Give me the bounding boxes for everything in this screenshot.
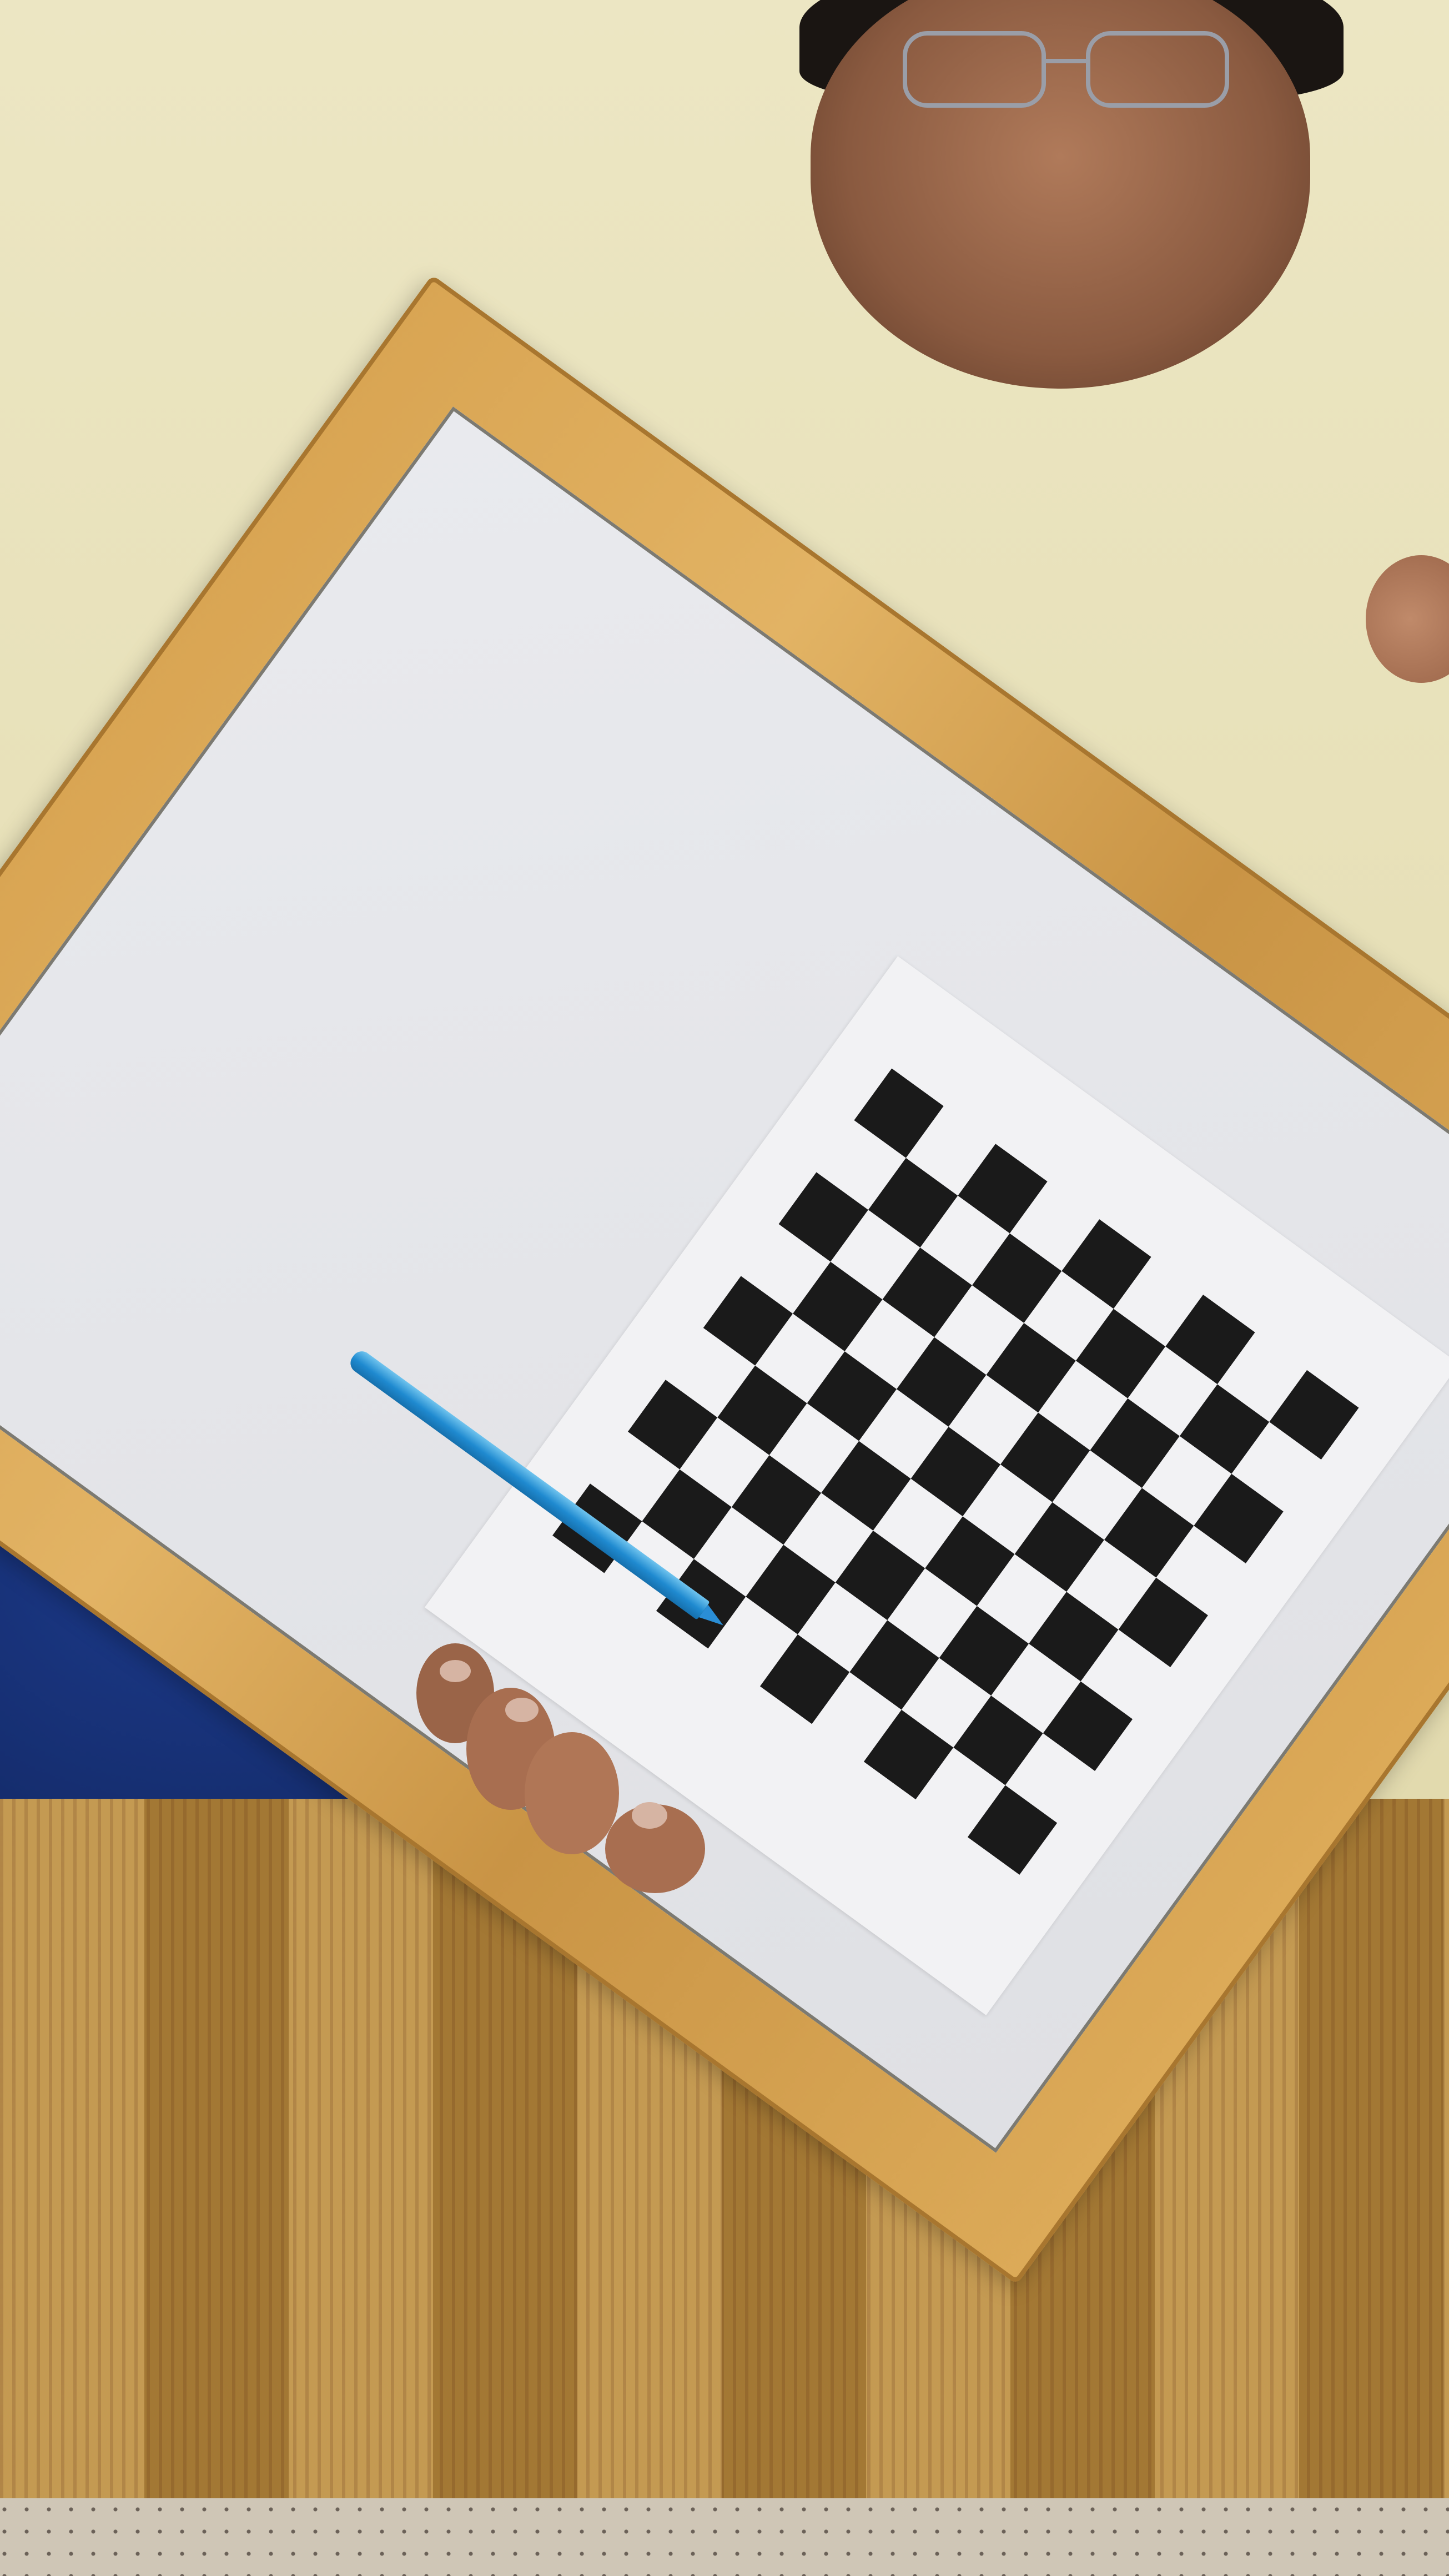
eyeglasses bbox=[903, 31, 1229, 108]
terrazzo-floor bbox=[0, 2498, 1449, 2576]
left-hand bbox=[416, 1643, 705, 1893]
